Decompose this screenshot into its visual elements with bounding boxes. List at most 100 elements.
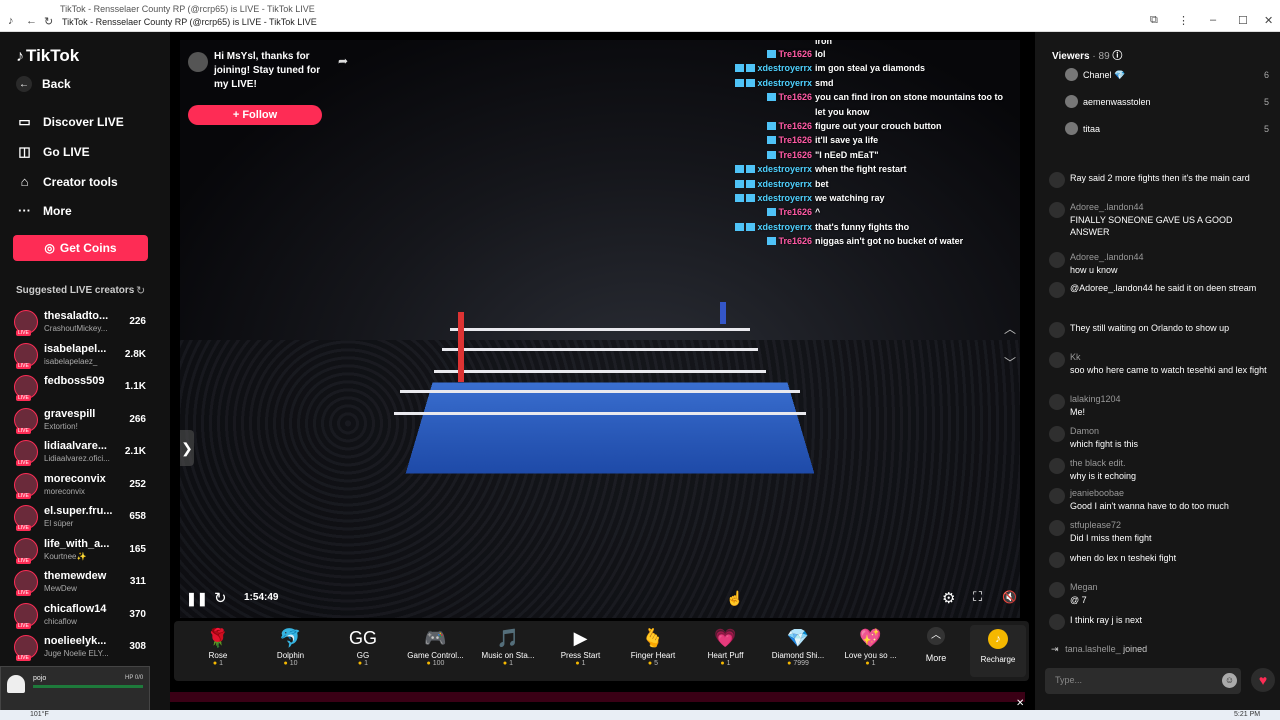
overlay-chat-user[interactable]: xdestroyerrx [708, 220, 812, 234]
overlay-chat-user[interactable]: Tre1626 [708, 205, 812, 219]
mini-player[interactable]: pojo HP 0/0 [0, 666, 150, 714]
nav-discover-live[interactable]: ▭ Discover LIVE [16, 114, 123, 130]
overlay-chat-user[interactable]: xdestroyerrx [708, 191, 812, 205]
viewer-row[interactable]: Chanel 💎 6 [1065, 68, 1275, 81]
settings-gear-icon[interactable]: ⚙ [942, 589, 955, 607]
overlay-chat-user[interactable]: xdestroyerrx [708, 177, 812, 191]
overlay-chat-user[interactable]: xdestroyerrx [708, 162, 812, 176]
suggested-creator[interactable]: gravespillExtortion! 266 [14, 406, 164, 436]
gift-item[interactable]: GGGG1 [327, 625, 399, 667]
chat-avatar[interactable] [1049, 394, 1065, 410]
gift-item[interactable]: 🎵 Music on Sta...1 [472, 625, 544, 667]
info-icon[interactable]: ⓘ [1112, 51, 1122, 62]
chat-input[interactable]: Type... ☺ [1045, 668, 1241, 694]
recharge-button[interactable]: ♪ Recharge [970, 625, 1026, 677]
overlay-chat-user[interactable]: Tre1626 [708, 133, 812, 147]
chat-username[interactable]: jeanieboobae [1070, 488, 1124, 498]
chat-avatar[interactable] [1049, 552, 1065, 568]
overlay-chat-user[interactable]: Tre1626 [708, 148, 812, 162]
gift-item[interactable]: 🎮 Game Control...100 [400, 625, 472, 667]
chat-avatar[interactable] [1049, 252, 1065, 268]
emoji-icon[interactable]: ☺ [1222, 673, 1237, 688]
refresh-icon[interactable]: ↻ [136, 284, 145, 297]
mute-icon[interactable]: 🔇 [1002, 590, 1017, 604]
back-button[interactable]: ← Back [16, 76, 71, 92]
gift-item[interactable]: ▶ Press Start1 [545, 625, 617, 667]
close-icon[interactable]: ✕ [1016, 698, 1024, 709]
overlay-chat-user[interactable]: Tre1626 [708, 90, 812, 104]
share-icon[interactable]: ➦ [338, 54, 348, 68]
viewers-header[interactable]: Viewers · 89 ⓘ [1052, 47, 1122, 62]
chat-avatar[interactable] [1049, 614, 1065, 630]
nav-creator-tools[interactable]: ⌂ Creator tools [16, 174, 118, 189]
host-avatar[interactable] [188, 52, 208, 72]
creator-name: gravespill [44, 407, 96, 420]
chat-username[interactable]: Megan [1070, 582, 1098, 592]
follow-button[interactable]: + Follow [188, 105, 322, 125]
maximize-icon[interactable]: ☐ [1238, 14, 1248, 27]
chat-username[interactable]: Adoree_.landon44 [1070, 202, 1144, 212]
back-arrow-icon[interactable]: ← [26, 15, 37, 27]
overlay-chat-user[interactable]: Tre1626 [708, 234, 812, 248]
more-gifts-button[interactable]: ︿ More [916, 627, 956, 663]
address-bar[interactable]: TikTok - Rensselaer County RP (@rcrp65) … [62, 17, 317, 27]
extensions-icon[interactable]: ⧉ [1150, 14, 1158, 27]
viewer-row[interactable]: titaa 5 [1065, 122, 1275, 135]
chat-username[interactable]: the black edit. [1070, 458, 1126, 468]
chevron-up-icon[interactable]: ︿ [1004, 320, 1016, 337]
chat-avatar[interactable] [1049, 582, 1065, 598]
close-window-icon[interactable]: ✕ [1264, 14, 1273, 27]
pause-icon[interactable]: ❚❚ [186, 591, 208, 607]
nav-more[interactable]: ··· More [16, 203, 72, 218]
gift-item[interactable]: 💗 Heart Puff1 [690, 625, 762, 667]
get-coins-button[interactable]: ◎ Get Coins [13, 235, 148, 261]
gift-item[interactable]: 🌹 Rose1 [182, 625, 254, 667]
overlay-chat-user[interactable]: Tre1626 [708, 47, 812, 61]
chat-avatar[interactable] [1049, 322, 1065, 338]
nav-go-live[interactable]: ◫ Go LIVE [16, 144, 89, 160]
chat-avatar[interactable] [1049, 458, 1065, 474]
browser-tab-title[interactable]: TikTok - Rensselaer County RP (@rcrp65) … [60, 4, 315, 14]
gift-item[interactable]: 💎 Diamond Shi...7999 [762, 625, 834, 667]
tiktok-logo[interactable]: ♪ TikTok [16, 46, 79, 66]
chat-username[interactable]: Kk [1070, 352, 1081, 362]
prev-stream-arrow-icon[interactable]: ❯ [180, 430, 194, 466]
suggested-creator[interactable]: thesaladto... CrashoutMickey... 226 [14, 308, 164, 338]
suggested-creator[interactable]: fedboss509 1.1K [14, 373, 164, 403]
like-heart-icon[interactable]: ♥ [1251, 668, 1275, 692]
chat-avatar[interactable] [1049, 172, 1065, 188]
chat-avatar[interactable] [1049, 202, 1065, 218]
overlay-chat-user[interactable]: Tre1626 [708, 119, 812, 133]
minimize-icon[interactable]: – [1210, 14, 1216, 26]
chevron-down-icon[interactable]: ﹀ [1004, 354, 1016, 371]
chat-username[interactable]: stfuplease72 [1070, 520, 1121, 530]
suggested-creator[interactable]: lidiaalvare... Lidiaalvarez.ofici... 2.1K [14, 438, 164, 468]
menu-dots-icon[interactable]: ⋮ [1178, 14, 1189, 27]
suggested-creator[interactable]: el.super.fru... El súper 658 [14, 503, 164, 533]
gift-item[interactable]: 🫰 Finger Heart5 [617, 625, 689, 667]
gift-item[interactable]: 💖 Love you so ...1 [835, 625, 907, 667]
chat-username[interactable]: lalaking1204 [1070, 394, 1121, 404]
chat-username[interactable]: Adoree_.landon44 [1070, 252, 1144, 262]
chat-avatar[interactable] [1049, 426, 1065, 442]
fullscreen-icon[interactable]: ⛶ [973, 589, 982, 605]
overlay-chat-user[interactable]: xdestroyerrx [708, 76, 812, 90]
refresh-icon[interactable]: ↻ [214, 589, 227, 607]
chat-avatar[interactable] [1049, 352, 1065, 368]
suggested-creator[interactable]: isabelapel...isabelapelaez_ 2.8K [14, 341, 164, 371]
overlay-chat-user[interactable]: xdestroyerrx [708, 61, 812, 75]
suggested-creator[interactable]: moreconvixmoreconvix 252 [14, 471, 164, 501]
video-player[interactable]: Hi MsYsl, thanks for joining! Stay tuned… [180, 40, 1020, 618]
viewer-row[interactable]: aemenwasstolen 5 [1065, 95, 1275, 108]
overlay-user-name: xdestroyerrx [757, 178, 812, 189]
reload-icon[interactable]: ↻ [44, 15, 53, 28]
suggested-creator[interactable]: life_with_a...Kourtnee✨ 165 [14, 536, 164, 566]
chat-avatar[interactable] [1049, 488, 1065, 504]
chat-avatar[interactable] [1049, 520, 1065, 536]
suggested-creator[interactable]: chicaflow14chicaflow 370 [14, 601, 164, 631]
gift-item[interactable]: 🐬 Dolphin10 [255, 625, 327, 667]
chat-avatar[interactable] [1049, 282, 1065, 298]
chat-username[interactable]: Damon [1070, 426, 1099, 436]
suggested-creator[interactable]: noelieelyk... Juge Noelie ELY... 308 [14, 633, 164, 663]
suggested-creator[interactable]: themewdew MewDew 311 [14, 568, 164, 598]
